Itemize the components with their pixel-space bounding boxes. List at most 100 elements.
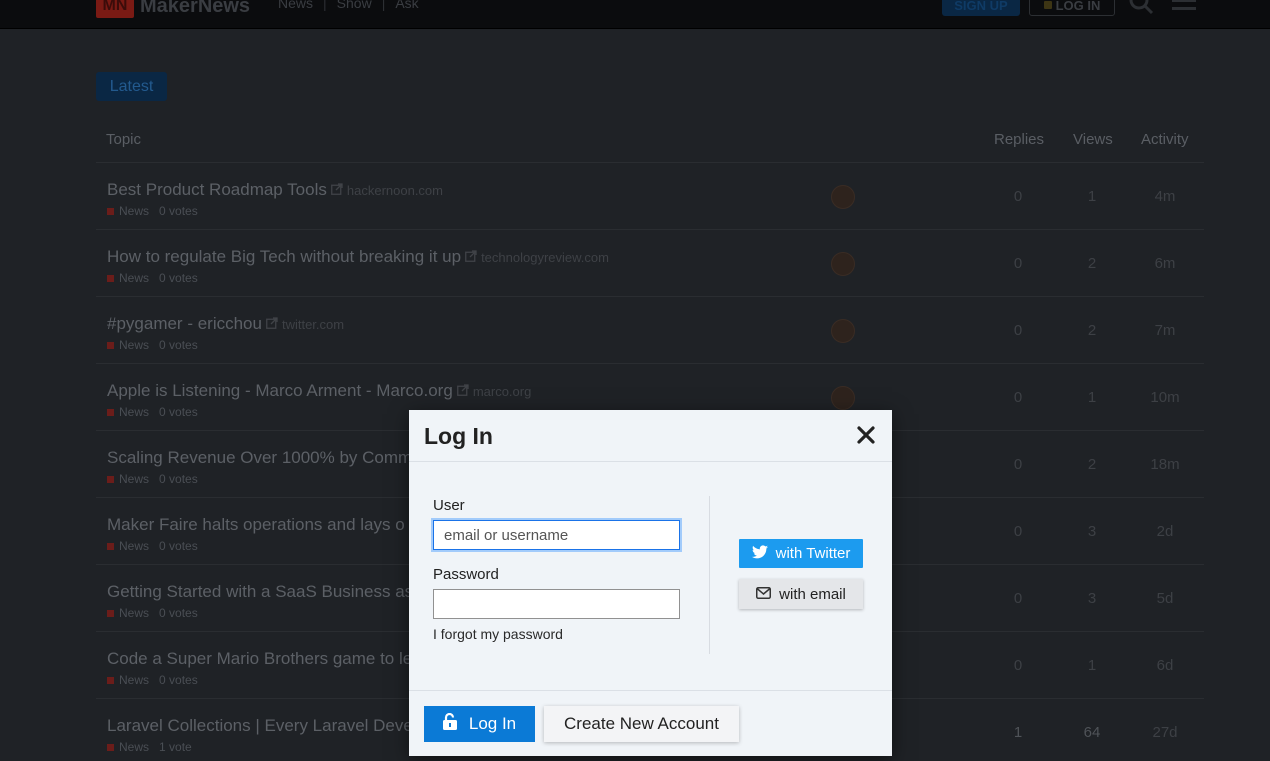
user-input[interactable] — [433, 520, 680, 550]
category-badge[interactable]: News — [107, 405, 149, 419]
login-with-twitter-button[interactable]: with Twitter — [739, 539, 863, 568]
topic-title-container: How to regulate Big Tech without breakin… — [107, 247, 609, 267]
tab-latest[interactable]: Latest — [96, 72, 167, 101]
user-label: User — [433, 497, 465, 514]
topic-title-container: Maker Faire halts operations and lays o — [107, 515, 405, 535]
close-icon[interactable] — [853, 422, 879, 448]
topic-title-link[interactable]: Getting Started with a SaaS Business as — [107, 582, 413, 601]
category-badge[interactable]: News — [107, 472, 149, 486]
category-label: News — [119, 740, 150, 754]
unlock-icon — [442, 712, 457, 735]
header-login-button[interactable]: LOG IN — [1029, 0, 1115, 16]
topic-title-link[interactable]: How to regulate Big Tech without breakin… — [107, 247, 461, 266]
category-color-swatch — [107, 476, 114, 483]
category-badge[interactable]: News — [107, 740, 149, 754]
table-row[interactable]: How to regulate Big Tech without breakin… — [96, 230, 1204, 297]
topic-domain[interactable]: hackernoon.com — [347, 183, 443, 198]
create-account-button[interactable]: Create New Account — [544, 706, 739, 742]
replies-count: 0 — [1013, 523, 1023, 540]
table-row[interactable]: #pygamer - ericchou twitter.com News 0 vo… — [96, 297, 1204, 364]
topic-title-link[interactable]: #pygamer - ericchou — [107, 314, 262, 333]
avatar[interactable] — [831, 252, 855, 276]
category-badge[interactable]: News — [107, 606, 149, 620]
activity-time[interactable]: 5d — [1135, 590, 1195, 607]
category-label: News — [119, 405, 150, 419]
category-badge[interactable]: News — [107, 271, 149, 285]
topic-title-link[interactable]: Scaling Revenue Over 1000% by Commu — [107, 448, 422, 467]
activity-time[interactable]: 18m — [1135, 456, 1195, 473]
password-input[interactable] — [433, 589, 680, 619]
email-button-label: with email — [779, 585, 846, 603]
modal-divider — [709, 496, 710, 654]
topic-meta: News 0 votes — [107, 673, 198, 687]
category-color-swatch — [107, 543, 114, 550]
topic-title-container: Apple is Listening - Marco Arment - Marc… — [107, 381, 531, 401]
replies-count: 0 — [1013, 322, 1023, 339]
topic-title-link[interactable]: Apple is Listening - Marco Arment - Marc… — [107, 381, 453, 400]
forgot-password-link[interactable]: I forgot my password — [433, 626, 563, 642]
category-badge[interactable]: News — [107, 204, 149, 218]
column-header-replies[interactable]: Replies — [994, 131, 1044, 148]
category-badge[interactable]: News — [107, 673, 149, 687]
topic-title-link[interactable]: Laravel Collections | Every Laravel Deve… — [107, 716, 417, 735]
views-count: 1 — [1087, 389, 1097, 406]
topic-meta: News 0 votes — [107, 472, 198, 486]
site-header: MN MakerNews News | Show | Ask SIGN UP L… — [0, 0, 1270, 29]
nav-link-show[interactable]: Show — [337, 0, 372, 11]
password-label: Password — [433, 566, 499, 583]
category-label: News — [119, 606, 150, 620]
login-modal: Log In User Password I forgot my passwor… — [409, 410, 892, 756]
replies-count: 0 — [1013, 456, 1023, 473]
signup-button[interactable]: SIGN UP — [942, 0, 1020, 16]
activity-time[interactable]: 6d — [1135, 657, 1195, 674]
modal-header: Log In — [409, 410, 892, 462]
views-count: 64 — [1083, 724, 1101, 741]
topic-domain[interactable]: twitter.com — [282, 317, 344, 332]
activity-time[interactable]: 27d — [1135, 724, 1195, 741]
vote-count: 0 votes — [159, 606, 198, 620]
activity-time[interactable]: 7m — [1135, 322, 1195, 339]
activity-time[interactable]: 10m — [1135, 389, 1195, 406]
category-color-swatch — [107, 610, 114, 617]
topic-title-container: Scaling Revenue Over 1000% by Commu — [107, 448, 422, 468]
category-color-swatch — [107, 342, 114, 349]
search-icon[interactable] — [1128, 0, 1154, 22]
topic-title-container: Best Product Roadmap Tools hackernoon.com — [107, 180, 443, 200]
activity-time[interactable]: 2d — [1135, 523, 1195, 540]
table-row[interactable]: Best Product Roadmap Tools hackernoon.com… — [96, 163, 1204, 230]
site-logo[interactable]: MN MakerNews — [96, 0, 250, 18]
avatar[interactable] — [831, 319, 855, 343]
activity-time[interactable]: 6m — [1135, 255, 1195, 272]
hamburger-menu-icon[interactable] — [1172, 0, 1198, 19]
modal-title: Log In — [424, 423, 493, 449]
column-header-views[interactable]: Views — [1073, 131, 1113, 148]
modal-footer: Log In Create New Account — [409, 690, 892, 756]
avatar[interactable] — [831, 185, 855, 209]
topic-domain[interactable]: marco.org — [473, 384, 532, 399]
topic-title-link[interactable]: Best Product Roadmap Tools — [107, 180, 327, 199]
topic-meta: News 0 votes — [107, 539, 198, 553]
nav-link-news[interactable]: News — [278, 0, 313, 11]
column-header-topic[interactable]: Topic — [106, 131, 141, 148]
topic-meta: News 0 votes — [107, 338, 198, 352]
login-with-email-button[interactable]: with email — [739, 579, 863, 609]
avatar[interactable] — [831, 386, 855, 410]
replies-count: 1 — [1013, 724, 1023, 741]
topic-title-link[interactable]: Code a Super Mario Brothers game to le — [107, 649, 412, 668]
category-color-swatch — [107, 275, 114, 282]
column-header-activity[interactable]: Activity — [1141, 131, 1189, 148]
vote-count: 0 votes — [159, 405, 198, 419]
category-badge[interactable]: News — [107, 539, 149, 553]
replies-count: 0 — [1013, 657, 1023, 674]
header-login-label: LOG IN — [1055, 0, 1101, 13]
topic-meta: News 0 votes — [107, 271, 198, 285]
topic-title-link[interactable]: Maker Faire halts operations and lays o — [107, 515, 405, 534]
views-count: 2 — [1087, 456, 1097, 473]
activity-time[interactable]: 4m — [1135, 188, 1195, 205]
category-badge[interactable]: News — [107, 338, 149, 352]
topic-title-container: Laravel Collections | Every Laravel Deve… — [107, 716, 417, 736]
replies-count: 0 — [1013, 188, 1023, 205]
topic-domain[interactable]: technologyreview.com — [481, 250, 609, 265]
login-submit-button[interactable]: Log In — [424, 706, 535, 742]
nav-link-ask[interactable]: Ask — [395, 0, 418, 11]
